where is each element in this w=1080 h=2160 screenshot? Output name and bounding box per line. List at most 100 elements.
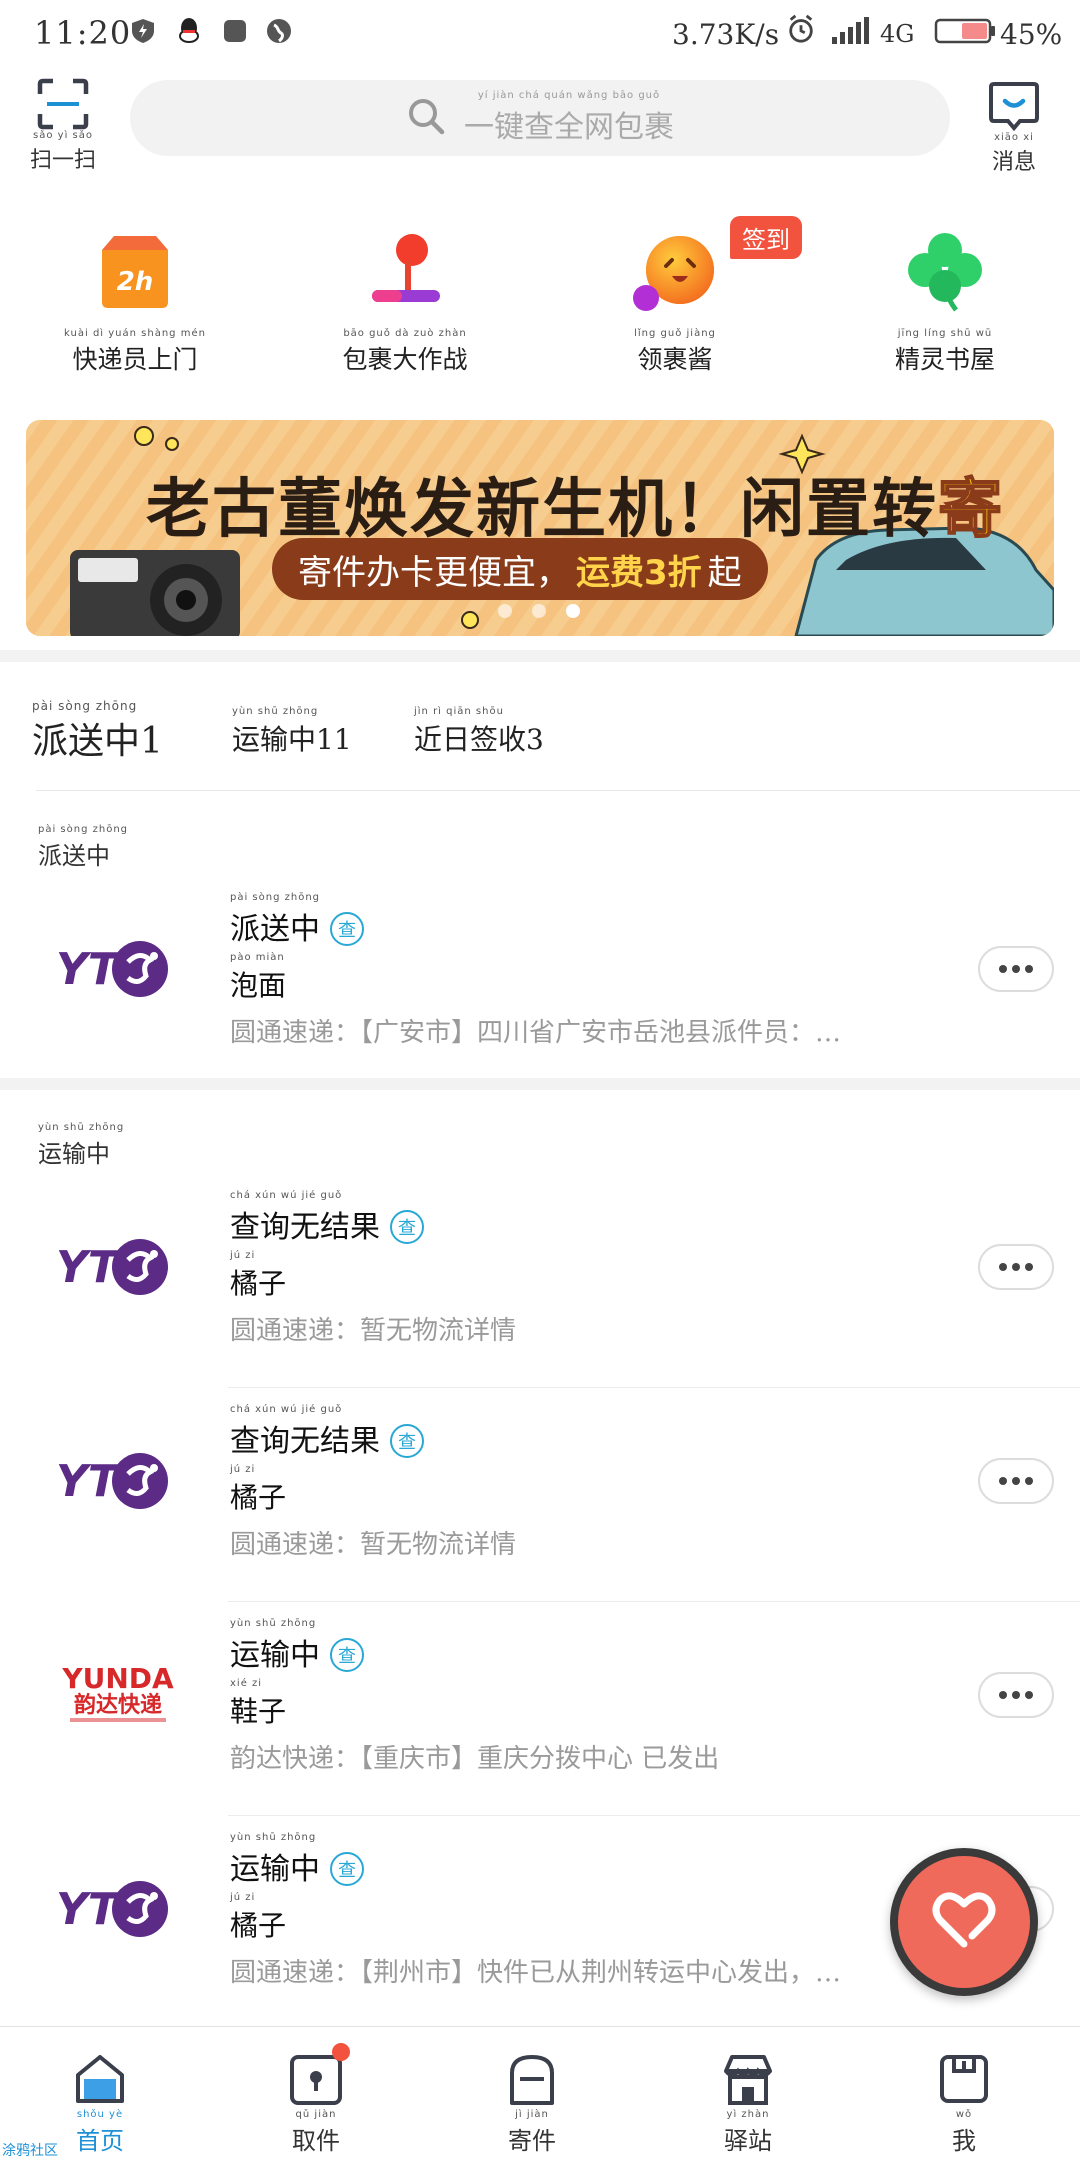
check-icon[interactable]: 查 [390, 1210, 424, 1244]
status-time: 11:20 [34, 14, 132, 52]
package-card[interactable]: YUNDA 韵达快递 yùn shū zhōng 运输中 查 xié zi 鞋子 韵… [0, 1606, 1080, 1816]
more-button[interactable] [978, 1672, 1054, 1718]
package-desc: 圆通速递：暂无物流详情 [230, 1530, 517, 1560]
battery-icon [934, 16, 996, 46]
yto-logo: YT [56, 1446, 172, 1516]
status-text: 查询无结果 [230, 1424, 380, 1459]
package-card[interactable]: YT pài sòng zhōng 派送中 查 pào miàn 泡面 圆通速递：【… [0, 880, 1080, 1090]
nav-station[interactable]: yì zhàn 驿站 [688, 2051, 808, 2156]
name-text: 泡面 [230, 969, 287, 1002]
tab-delivering[interactable]: pài sòng zhōng 派送中1 [32, 700, 163, 764]
more-dot [1012, 965, 1020, 973]
package-desc: 圆通速递：暂无物流详情 [230, 1316, 517, 1346]
message-pinyin: xiāo xi [994, 132, 1034, 143]
entry-bookhouse[interactable]: jīng líng shū wū 精灵书屋 [830, 226, 1060, 376]
nav-me[interactable]: wǒ 我 [904, 2051, 1024, 2156]
nav-label: 寄件 [508, 2127, 556, 2155]
entry-pinyin: kuài dì yuán shàng mén [64, 328, 206, 339]
shield-icon [128, 16, 158, 46]
profile-box-icon [936, 2051, 992, 2107]
yto-logo: YT [56, 934, 172, 1004]
nav-send[interactable]: jì jiàn 寄件 [472, 2051, 592, 2156]
net-speed: 3.73K/s [672, 18, 780, 51]
entry-label: 快递员上门 [72, 345, 198, 374]
package-card[interactable]: YT chá xún wú jié guǒ 查询无结果 查 jú zi 橘子 圆通速… [0, 1392, 1080, 1602]
pickup-badge [332, 2043, 350, 2061]
network-type: 4G [880, 20, 915, 48]
more-dot [1012, 1477, 1020, 1485]
banner-title: 老古董焕发新生机！闲置转寄 [146, 458, 1004, 550]
store-icon [720, 2051, 776, 2107]
yunda-logo-en: YUNDA [61, 1662, 174, 1695]
tab-pinyin: jìn rì qiān shōu [414, 706, 504, 717]
heart-icon [932, 1890, 996, 1954]
section-pinyin: yùn shū zhōng [38, 1122, 125, 1133]
check-icon[interactable]: 查 [390, 1424, 424, 1458]
package-card[interactable]: YT chá xún wú jié guǒ 查询无结果 查 jú zi 橘子 圆通速… [0, 1178, 1080, 1388]
name-pinyin: xié zi [230, 1678, 263, 1689]
entry-parcel-battle[interactable]: bāo guǒ dà zuò zhàn 包裹大作战 [290, 226, 520, 376]
banner-pill-suffix: 起 [707, 552, 742, 593]
package-status: yùn shū zhōng 运输中 查 [230, 1832, 364, 1888]
check-icon[interactable]: 查 [330, 1638, 364, 1672]
package-name: pào miàn 泡面 [230, 952, 286, 1004]
status-bar: 11:20 3.73K/s 4G 45% [0, 0, 1080, 66]
community-label[interactable]: 涂鸦社区 [2, 2140, 58, 2160]
more-button[interactable] [978, 946, 1054, 992]
more-button[interactable] [978, 1244, 1054, 1290]
search-placeholder: 一键查全网包裹 [464, 110, 674, 145]
tab-in-transit[interactable]: yùn shū zhōng 运输中11 [232, 706, 352, 758]
divider [228, 1387, 1080, 1388]
tab-pinyin: yùn shū zhōng [232, 706, 319, 717]
status-pinyin: chá xún wú jié guǒ [230, 1190, 343, 1201]
package-status: chá xún wú jié guǒ 查询无结果 查 [230, 1190, 424, 1246]
nav-pinyin: wǒ [955, 2109, 973, 2120]
signin-badge[interactable]: 签到 [730, 216, 802, 259]
check-icon[interactable]: 查 [330, 912, 365, 946]
search-bar[interactable]: yí jiàn chá quán wǎng bāo guǒ 一键查全网包裹 [130, 80, 950, 156]
banner-dot[interactable] [498, 604, 512, 618]
favorite-fab[interactable] [890, 1848, 1038, 1996]
banner-pill-highlight: 运费3折 [576, 552, 702, 593]
joystick-icon [360, 226, 450, 316]
svg-text:2h: 2h [117, 267, 154, 297]
section-separator [0, 1078, 1080, 1090]
message-button[interactable]: xiāo xi 消息 [984, 80, 1044, 176]
yto-logo: YT [56, 1874, 172, 1944]
package-desc: 韵达快递：【重庆市】重庆分拨中心 已发出 [230, 1744, 720, 1774]
more-dot [999, 1691, 1007, 1699]
mailbox-icon [504, 2051, 560, 2107]
search-icon [406, 96, 446, 140]
package-name: jú zi 橘子 [230, 1892, 286, 1944]
more-button[interactable] [978, 1458, 1054, 1504]
yunda-logo-cn: 韵达快递 [74, 1692, 162, 1718]
nav-pinyin: jì jiàn [515, 2109, 549, 2120]
more-dot [1025, 965, 1033, 973]
tab-signed-recently[interactable]: jìn rì qiān shōu 近日签收3 [414, 706, 544, 758]
name-text: 橘子 [230, 1909, 287, 1942]
status-pinyin: yùn shū zhōng [230, 1832, 317, 1843]
package-status: pài sòng zhōng 派送中 查 [230, 892, 365, 948]
nav-home[interactable]: shǒu yè 首页 [40, 2051, 160, 2156]
section-title-transit: yùn shū zhōng 运输中 [38, 1122, 124, 1169]
entry-courier[interactable]: 2h kuài dì yuán shàng mén 快递员上门 [20, 226, 250, 376]
nav-pickup[interactable]: qǔ jiàn 取件 [256, 2043, 376, 2156]
svg-text:YT: YT [56, 1456, 121, 1507]
banner-dot[interactable] [532, 604, 546, 618]
banner-dot-active[interactable] [566, 604, 580, 618]
divider [228, 1815, 1080, 1816]
entry-pinyin: lǐng guǒ jiàng [634, 328, 716, 339]
alarm-icon [786, 14, 816, 44]
check-icon[interactable]: 查 [330, 1852, 364, 1886]
bottom-nav: shǒu yè 首页 qǔ jiàn 取件 jì jiàn 寄件 yì zhàn… [0, 2026, 1080, 2160]
package-status: chá xún wú jié guǒ 查询无结果 查 [230, 1404, 424, 1460]
scan-button[interactable]: sǎo yì sǎo 扫一扫 [30, 78, 96, 174]
package-name: jú zi 橘子 [230, 1464, 286, 1516]
banner-title-highlight: 寄 [937, 472, 1004, 548]
clover-icon [900, 226, 990, 316]
name-text: 鞋子 [230, 1695, 287, 1728]
message-label: 消息 [991, 150, 1036, 175]
svg-text:YT: YT [56, 1242, 121, 1293]
banner-pill: 寄件办卡更便宜， 运费3折起 [272, 538, 768, 600]
divider [228, 1601, 1080, 1602]
